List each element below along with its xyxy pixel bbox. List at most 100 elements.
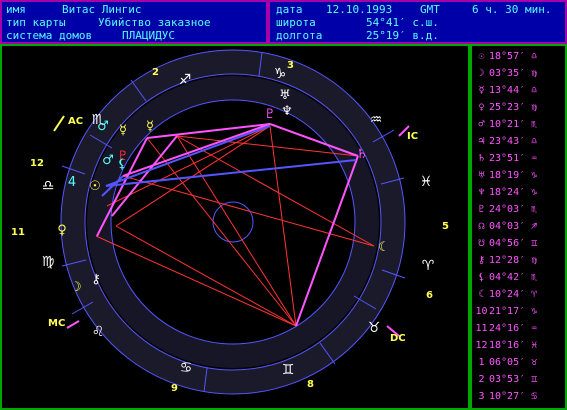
position-glyph: 12 [475, 340, 488, 351]
position-glyph: 3 [478, 391, 485, 402]
position-row: 1021°17′ ♑ [474, 304, 566, 319]
position-glyph: ♄ [478, 153, 485, 164]
position-sign-icon: ♑ [531, 306, 538, 317]
position-row: ☋ 04°56′ ♊ [474, 236, 566, 251]
jupiter-sign-icon: 4 [68, 175, 76, 190]
neptune-icon: ♆ [281, 104, 293, 119]
position-degree: 06°05′ [489, 357, 526, 368]
position-glyph: ☾ [478, 289, 485, 300]
position-degree: 23°51′ [489, 153, 526, 164]
map-type-label: тип карты [6, 16, 66, 29]
position-sign-icon: ♊ [531, 238, 538, 249]
pluto-top-icon: ♇ [264, 107, 276, 122]
position-glyph: ♀ [478, 102, 485, 113]
ac-label: AC [68, 116, 83, 127]
capricorn-icon: ♑ [274, 66, 287, 82]
saturn-icon: ♄ [356, 147, 368, 162]
position-glyph: ☉ [478, 51, 485, 62]
aries-icon: ♈ [422, 258, 435, 274]
position-row: 2 03°53′ ♊ [474, 372, 566, 387]
ic-label: IC [407, 131, 418, 142]
position-sign-icon: ♍ [531, 102, 538, 113]
position-glyph: ⚸ [477, 272, 486, 283]
lat-value: 54°41′ с.ш. [366, 16, 439, 29]
mercury-icon: ☿ [146, 119, 154, 134]
position-sign-icon: ♍ [531, 255, 538, 266]
position-glyph: ♅ [478, 170, 485, 181]
position-glyph: ☊ [478, 221, 485, 232]
position-row: ♂ 10°21′ ♏ [474, 117, 566, 132]
position-degree: 18°57′ [489, 51, 526, 62]
position-sign-icon: ♎ [531, 136, 538, 147]
lat-row: широта 54°41′ с.ш. [276, 16, 439, 29]
position-degree: 10°21′ [489, 119, 526, 130]
house-number-5: 5 [442, 221, 449, 232]
position-sign-icon: ♎ [531, 51, 538, 62]
position-degree: 10°27′ [489, 391, 526, 402]
planet-positions-panel: ☉ 18°57′ ♎ ☽ 03°35′ ♍ ☿ 13°44′ ♎ ♀ 25°23′ ♍ … [470, 44, 567, 410]
position-row: ♆ 18°24′ ♑ [474, 185, 566, 200]
position-glyph: 1 [478, 357, 485, 368]
position-row: ♀ 25°23′ ♍ [474, 100, 566, 115]
house-number-2: 2 [152, 67, 159, 78]
time-value: 6 ч. 30 мин. [472, 3, 552, 16]
position-glyph: ♂ [478, 119, 485, 130]
position-sign-icon: ♐ [531, 221, 538, 232]
position-row: ☉ 18°57′ ♎ [474, 49, 566, 64]
taurus-icon: ♉ [368, 320, 381, 336]
name-label: имя [6, 3, 26, 16]
position-sign-icon: ♏ [531, 204, 538, 215]
lon-row: долгота 25°19′ в.д. [276, 30, 439, 42]
position-row: ♄ 23°51′ ♒ [474, 151, 566, 166]
aquarius-icon: ♒ [370, 112, 383, 128]
mc-label: MC [48, 318, 65, 329]
mc-marker [66, 320, 80, 329]
position-degree: 21°17′ [489, 306, 526, 317]
position-row: ♅ 18°19′ ♑ [474, 168, 566, 183]
libra-icon: ♎ [42, 178, 55, 194]
position-sign-icon: ♏ [531, 272, 538, 283]
position-glyph: ☋ [478, 238, 485, 249]
position-sign-icon: ♋ [531, 391, 538, 402]
lat-label: широта [276, 16, 316, 29]
position-row: 3 10°27′ ♋ [474, 389, 566, 404]
position-sign-icon: ♎ [531, 85, 538, 96]
ac-marker [53, 115, 65, 132]
position-degree: 18°19′ [489, 170, 526, 181]
position-glyph: ♃ [478, 136, 485, 147]
position-degree: 18°24′ [489, 187, 526, 198]
name-row: имя Витас Лингис [6, 3, 141, 16]
sun-icon: ☉ [89, 179, 101, 194]
dc-label: DC [390, 333, 406, 344]
jupiter-icon: ⚸ [117, 157, 127, 172]
position-row: 1218°16′ ♓ [474, 338, 566, 353]
cancer-icon: ♋ [180, 360, 193, 376]
tz-value: GMT [420, 3, 440, 16]
position-row: 1 06°05′ ♉ [474, 355, 566, 370]
name-value: Витас Лингис [62, 3, 142, 16]
chart-wheel-panel: 2 3 5 6 8 9 11 12 AC IC DC MC ♐ ♑ ♒ ♓ ♈ … [0, 44, 470, 410]
houses-value: ПЛАЦИДУС [122, 29, 175, 42]
position-sign-icon: ♑ [531, 187, 538, 198]
uranus-icon: ♅ [279, 88, 291, 103]
mars-icon: ♂ [97, 119, 109, 134]
position-glyph: ☽ [478, 68, 485, 79]
position-row: 1124°16′ ♒ [474, 321, 566, 336]
natal-wheel: 2 3 5 6 8 9 11 12 AC IC DC MC ♐ ♑ ♒ ♓ ♈ … [11, 49, 449, 395]
pisces-icon: ♓ [420, 174, 433, 190]
position-degree: 04°42′ [489, 272, 526, 283]
position-degree: 03°35′ [489, 68, 526, 79]
astrology-screen: имя Витас Лингис тип карты Убийство заказн… [0, 0, 567, 410]
position-row: ⚸ 04°42′ ♏ [474, 270, 566, 285]
position-degree: 13°44′ [489, 85, 526, 96]
house-number-8: 8 [307, 379, 314, 390]
house-number-6: 6 [426, 290, 433, 301]
lilith-icon: ☾ [378, 240, 390, 255]
virgo-icon: ♍ [42, 254, 55, 270]
position-sign-icon: ♉ [531, 357, 538, 368]
position-glyph: ♆ [478, 187, 485, 198]
position-sign-icon: ♊ [531, 374, 538, 385]
position-row: ☊ 04°03′ ♐ [474, 219, 566, 234]
house-number-3: 3 [287, 60, 294, 71]
position-degree: 24°03′ [489, 204, 526, 215]
